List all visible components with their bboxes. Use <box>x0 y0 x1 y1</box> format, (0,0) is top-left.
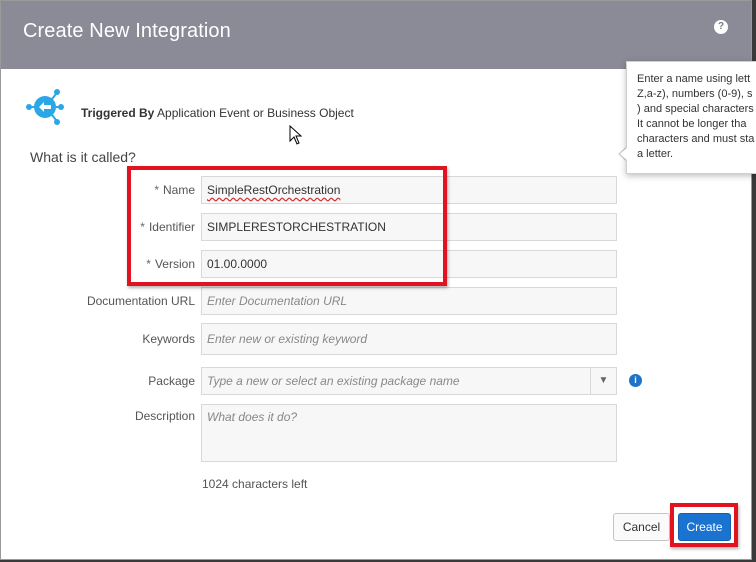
description-textarea[interactable]: What does it do? <box>201 404 617 462</box>
name-help-tooltip: Enter a name using lett Z,a-z), numbers … <box>626 61 756 174</box>
tooltip-line: characters and must sta <box>637 133 755 145</box>
tooltip-line: a letter. <box>637 148 674 160</box>
description-label: Description <box>134 409 195 423</box>
tooltip-pointer-fill <box>620 147 628 161</box>
cancel-button[interactable]: Cancel <box>613 513 670 541</box>
documentation-url-input[interactable]: Enter Documentation URL <box>201 287 617 315</box>
package-select[interactable]: Type a new or select an existing package… <box>201 367 617 395</box>
section-heading: What is it called? <box>30 149 136 165</box>
mouse-cursor-icon <box>289 125 303 145</box>
documentation-url-label: Documentation URL <box>86 294 195 308</box>
keywords-input[interactable]: Enter new or existing keyword <box>201 323 617 355</box>
tooltip-line: ) and special characters <box>637 103 754 115</box>
dialog-header: Create New Integration ? <box>1 1 751 69</box>
characters-left-counter: 1024 characters left <box>202 477 308 491</box>
highlight-box-create-button <box>670 503 738 547</box>
app-event-icon <box>26 89 64 125</box>
dialog-title: Create New Integration <box>23 20 231 42</box>
trigger-type: Application Event or Business Object <box>157 106 354 120</box>
package-placeholder: Type a new or select an existing package… <box>207 374 460 388</box>
keywords-label: Keywords <box>142 332 195 346</box>
tooltip-line: Enter a name using lett <box>637 73 751 85</box>
help-icon[interactable]: ? <box>714 20 728 34</box>
tooltip-line: Z,a-z), numbers (0-9), s <box>637 88 753 100</box>
trigger-label: Triggered By <box>81 106 155 120</box>
highlight-box-required-fields <box>127 166 447 286</box>
tooltip-line: It cannot be longer tha <box>637 118 747 130</box>
info-icon[interactable]: i <box>629 374 642 387</box>
package-label: Package <box>148 374 195 388</box>
trigger-description: Triggered By Application Event or Busine… <box>81 106 354 120</box>
chevron-down-icon[interactable]: ▼ <box>590 368 616 394</box>
